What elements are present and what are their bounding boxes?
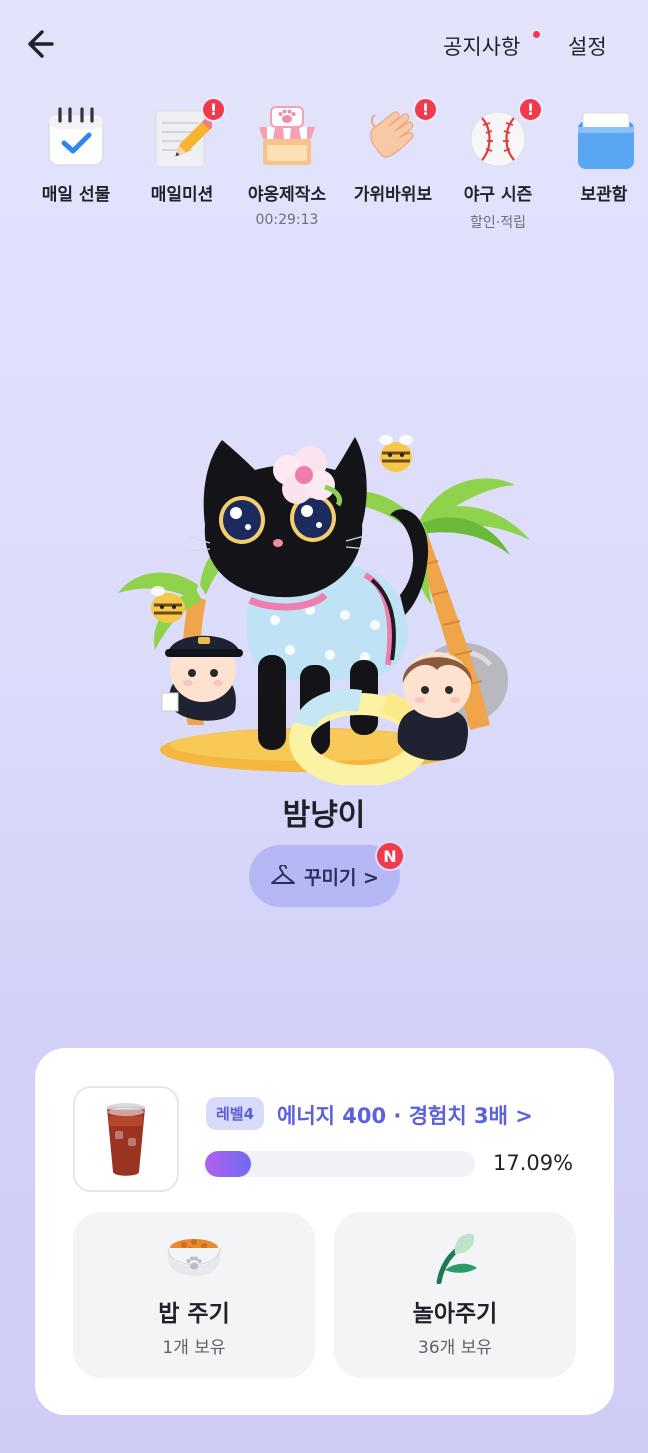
menu-label: 야옹제작소 [247,185,327,205]
menu-daily-gift[interactable]: 매일 선물 [21,100,131,240]
baseball-alert-badge: ! [518,97,543,122]
play-count: 36개 보유 [418,1338,492,1358]
level-progress-bar [205,1151,475,1177]
back-button[interactable] [22,24,66,64]
feature-menu: 매일 선물 ! 매일미션 야옹제작소 00:29:13 ! 가위바위보 ! 야구… [0,97,648,240]
workshop-timer: 00:29:13 [255,212,319,228]
menu-label: 야구 시즌 [463,185,533,205]
menu-daily-mission[interactable]: ! 매일미션 [127,97,237,240]
menu-label: 매일 선물 [41,185,111,205]
hanger-icon [271,865,295,884]
calendar-check-icon [48,107,104,166]
new-badge: N [375,841,405,871]
paw-shop-icon [259,106,315,165]
feed-button[interactable]: 밥 주기 1개 보유 [73,1212,315,1378]
notice-link[interactable]: 공지사항 [443,31,520,61]
food-bowl-icon [167,1239,221,1276]
bee-top [379,435,413,472]
play-title: 놀아주기 [412,1301,498,1327]
settings-link[interactable]: 설정 [568,31,607,61]
status-card: 레벨4 에너지 400 · 경험치 3배 > 17.09% 밥 주기 1개 보유… [35,1048,614,1415]
notice-new-dot [533,31,540,38]
level-badge: 레벨4 [206,1097,264,1130]
pet-character-illustration[interactable] [110,425,550,785]
pet-name: 밤냥이 [282,798,366,833]
menu-rock-paper-scissors[interactable]: ! 가위바위보 [338,97,448,240]
iced-drink-icon [107,1103,145,1176]
menu-label: 보관함 [580,185,628,205]
feed-count: 1개 보유 [162,1338,226,1358]
level-progress-fill [205,1151,252,1177]
item-thumbnail[interactable] [73,1086,179,1192]
mission-alert-badge: ! [201,97,226,122]
leaf-toy-icon [436,1233,477,1284]
play-button[interactable]: 놀아주기 36개 보유 [334,1212,576,1378]
rps-alert-badge: ! [413,97,438,122]
menu-storage-box[interactable]: 보관함 [549,100,648,240]
level-info-link[interactable]: 에너지 400 · 경험치 3배 > [277,1100,533,1130]
storage-box-icon [578,112,634,169]
menu-label: 가위바위보 [353,185,433,205]
decorate-label: 꾸미기 > [304,866,379,889]
menu-meow-workshop[interactable]: 야옹제작소 00:29:13 [232,100,342,240]
top-bar: 공지사항 설정 [0,0,648,90]
feed-title: 밥 주기 [158,1301,230,1327]
menu-label: 매일미션 [150,185,214,205]
baseball-sub-label: 할인·적립 [470,215,526,231]
level-progress-text: 17.09% [493,1151,574,1175]
menu-baseball-season[interactable]: ! 야구 시즌 할인·적립 [443,97,553,240]
arrow-left-icon [28,30,54,58]
